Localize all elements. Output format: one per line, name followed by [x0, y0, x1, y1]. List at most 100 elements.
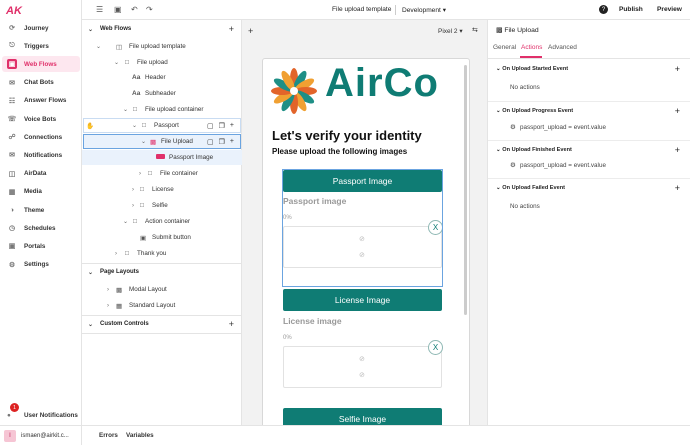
device-select[interactable]: Pixel 2 ▾ [438, 27, 463, 35]
sidebar-item-settings[interactable]: ⚙ Settings [2, 257, 80, 273]
tree-node-license[interactable]: › □ License [82, 182, 242, 197]
errors-tab[interactable]: Errors [99, 432, 118, 439]
sidebar-item-portals[interactable]: ▣ Portals [2, 238, 80, 254]
sidebar-item-label: AirData [24, 170, 47, 178]
sidebar-item-answer-flows[interactable]: ☷ Answer Flows [2, 93, 80, 109]
custom-controls-section-header[interactable]: ⌄ Custom Controls + [82, 316, 242, 332]
save-icon[interactable]: ▣ [114, 5, 122, 14]
tree-node-modal-layout[interactable]: › ▩ Modal Layout [82, 282, 242, 297]
user-notifications-item[interactable]: ● User Notifications [2, 408, 80, 422]
add-action-icon[interactable]: + [675, 106, 680, 116]
license-image-button[interactable]: License Image [283, 289, 442, 311]
tree-node-action-container[interactable]: ⌄ □ Action container [82, 214, 242, 229]
tree-node-thank-you[interactable]: › □ Thank you [82, 246, 242, 261]
sidebar-item-chat-bots[interactable]: ✉ Chat Bots [2, 75, 80, 91]
add-web-flow-icon[interactable]: + [229, 24, 234, 34]
container-icon: □ [133, 106, 137, 113]
tree-node-selfie[interactable]: › □ Selfie [82, 198, 242, 213]
add-custom-control-icon[interactable]: + [229, 319, 234, 329]
add-element-icon[interactable]: + [248, 26, 253, 36]
tree-node-file-upload-container[interactable]: ⌄ □ File upload container [82, 102, 242, 117]
tree-node-label: License [152, 186, 174, 193]
tab-advanced[interactable]: Advanced [548, 44, 577, 51]
sidebar-item-airdata[interactable]: ◫ AirData [2, 166, 80, 182]
event-body[interactable]: ⚙ passport_upload = event.value [510, 162, 606, 169]
sidebar-item-connections[interactable]: ☍ Connections [2, 129, 80, 145]
tree-node-file-upload[interactable]: ⌄ □ File upload [82, 55, 242, 70]
tree-node-label: File upload [137, 59, 168, 66]
event-on-upload-finished[interactable]: ⌄ On Upload Finished Event + [496, 145, 686, 155]
add-action-icon[interactable]: + [675, 64, 680, 74]
license-dropzone[interactable]: ⊘ ⊘ [283, 346, 442, 388]
help-icon[interactable]: ? [599, 5, 608, 14]
sidebar-item-label: Settings [24, 261, 49, 269]
main-sidebar: AK ⟳ Journey ⎋ Triggers ▣ Web Flows ✉ Chat Bots… [0, 0, 82, 445]
sidebar-item-voice-bots[interactable]: ☏ Voice Bots [2, 111, 80, 127]
add-child-icon[interactable]: + [230, 138, 234, 146]
tree-node-file-upload-template[interactable]: ⌄ ◫ File upload template [82, 39, 242, 54]
sidebar-item-theme[interactable]: ◑ Theme [2, 202, 80, 218]
preview-button[interactable]: Preview [657, 6, 682, 13]
tree-node-header[interactable]: Aa Header [82, 70, 242, 85]
tree-node-file-upload-selected[interactable]: ⌄ ▩ File Upload ▢ ❐ + [83, 134, 241, 149]
remove-license-button[interactable]: X [428, 340, 443, 355]
title-divider [395, 5, 396, 15]
web-flows-section-header[interactable]: ⌄ Web Flows + [82, 21, 242, 37]
selfie-image-button[interactable]: Selfie Image [283, 408, 442, 425]
rotate-icon[interactable]: ⇆ [472, 26, 478, 34]
row-actions: ▢ ❐ + [207, 138, 234, 146]
duplicate-icon[interactable]: ❐ [219, 138, 225, 146]
sidebar-item-triggers[interactable]: ⎋ Triggers [2, 38, 80, 54]
add-action-icon[interactable]: + [675, 145, 680, 155]
tree-node-label: Passport Image [169, 154, 214, 161]
tab-actions[interactable]: Actions [521, 44, 542, 51]
airkit-logo[interactable]: AK [6, 5, 22, 17]
button-icon: ▣ [140, 234, 147, 242]
chevron-right-icon: › [132, 202, 134, 209]
tab-general[interactable]: General [493, 44, 516, 51]
page-layouts-header-label: Page Layouts [100, 269, 140, 275]
page-layouts-section-header[interactable]: ⌄ Page Layouts [82, 264, 242, 280]
tree-node-passport[interactable]: ✋ ⌄ □ Passport ▢ ❐ + [83, 118, 241, 133]
variables-tab[interactable]: Variables [126, 432, 154, 439]
event-body: No actions [510, 203, 540, 210]
event-on-upload-failed[interactable]: ⌄ On Upload Failed Event + [496, 183, 686, 193]
sidebar-item-web-flows[interactable]: ▣ Web Flows [2, 56, 80, 73]
event-on-upload-started[interactable]: ⌄ On Upload Started Event + [496, 64, 686, 74]
sidebar-item-media[interactable]: ▦ Media [2, 184, 80, 200]
sidebar-item-notifications[interactable]: ✉ Notifications [2, 147, 80, 163]
event-on-upload-progress[interactable]: ⌄ On Upload Progress Event + [496, 106, 686, 116]
drag-handle-icon[interactable]: ✋ [86, 122, 94, 130]
app-title[interactable]: File upload template [332, 6, 391, 13]
menu-icon[interactable]: ☰ [96, 5, 103, 14]
event-body[interactable]: ⚙ passport_upload = event.value [510, 124, 606, 131]
undo-icon[interactable]: ↶ [131, 5, 138, 14]
delete-icon[interactable]: ▢ [207, 138, 214, 146]
tree-node-label: Header [145, 74, 166, 81]
page-icon: □ [125, 250, 129, 257]
tree-node-subheader[interactable]: Aa Subheader [82, 86, 242, 101]
tree-node-passport-image[interactable]: Passport Image [82, 150, 242, 165]
add-action-icon[interactable]: + [675, 183, 680, 193]
sidebar-item-schedules[interactable]: ◷ Schedules [2, 220, 80, 236]
redo-icon[interactable]: ↷ [146, 5, 153, 14]
publish-button[interactable]: Publish [619, 6, 643, 13]
user-account[interactable]: I ismaen@airkit.c... [0, 425, 82, 445]
chevron-down-icon: ⌄ [496, 147, 501, 153]
tree-node-standard-layout[interactable]: › ▦ Standard Layout [82, 298, 242, 313]
schedules-icon: ◷ [8, 225, 16, 233]
add-child-icon[interactable]: + [230, 122, 234, 130]
delete-icon[interactable]: ▢ [207, 122, 214, 130]
web-flows-icon: ▣ [7, 59, 17, 70]
duplicate-icon[interactable]: ❐ [219, 122, 225, 130]
page-title: Let's verify your identity [272, 128, 422, 143]
environment-select[interactable]: Development ▾ [402, 6, 446, 14]
tree-node-file-container[interactable]: › □ File container [82, 166, 242, 181]
container-icon: □ [140, 202, 144, 209]
sidebar-item-journey[interactable]: ⟳ Journey [2, 20, 80, 36]
chevron-right-icon: › [132, 186, 134, 193]
variable-icon: ⚙ [510, 162, 516, 169]
scrollbar[interactable] [464, 65, 467, 315]
tree-node-submit-button[interactable]: ▣ Submit button [82, 230, 242, 245]
theme-icon: ◑ [9, 206, 15, 214]
